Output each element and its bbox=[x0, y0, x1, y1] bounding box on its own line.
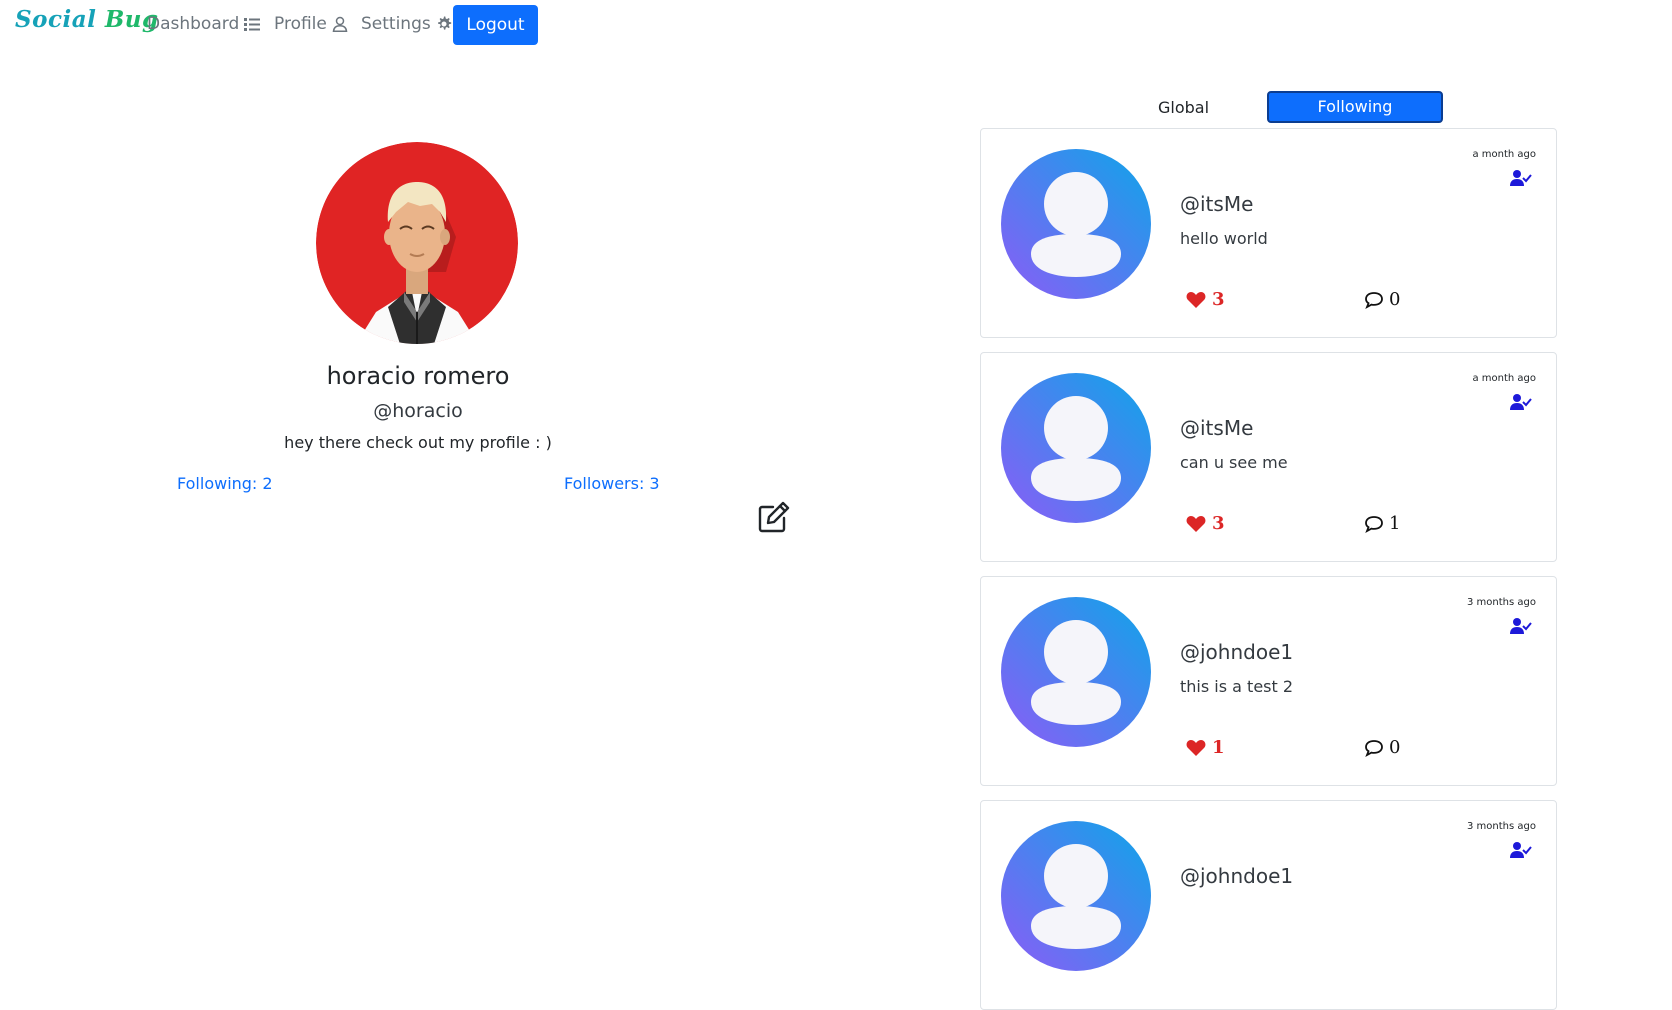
nav-dashboard-link[interactable]: Dashboard bbox=[147, 14, 261, 34]
user-check-icon[interactable] bbox=[1510, 617, 1532, 635]
list-icon bbox=[244, 18, 261, 31]
post-card: a month ago @itsMe hello world 3 0 bbox=[980, 128, 1557, 338]
heart-icon bbox=[1186, 739, 1206, 756]
following-link[interactable]: Following: 2 bbox=[177, 474, 273, 493]
brand-part1: Social bbox=[15, 6, 97, 33]
nav-profile-label: Profile bbox=[274, 14, 327, 34]
tab-global[interactable]: Global bbox=[1126, 94, 1241, 122]
post-card: 3 months ago @johndoe1 bbox=[980, 800, 1557, 1010]
comment-button[interactable]: 0 bbox=[1364, 289, 1400, 310]
user-check-icon[interactable] bbox=[1510, 393, 1532, 411]
comment-button[interactable]: 0 bbox=[1364, 737, 1400, 758]
comment-count: 1 bbox=[1389, 513, 1401, 534]
nav-settings-link[interactable]: Settings bbox=[361, 14, 452, 34]
comment-count: 0 bbox=[1389, 289, 1401, 310]
edit-square-icon[interactable] bbox=[757, 500, 791, 534]
heart-icon bbox=[1186, 515, 1206, 532]
nav-settings-label: Settings bbox=[361, 14, 431, 34]
default-avatar-icon bbox=[1001, 373, 1151, 523]
like-button[interactable]: 3 bbox=[1186, 289, 1225, 310]
like-count: 1 bbox=[1212, 737, 1225, 758]
profile-bio: hey there check out my profile : ) bbox=[284, 433, 552, 452]
post-card: 3 months ago @johndoe1 this is a test 2 … bbox=[980, 576, 1557, 786]
user-check-icon[interactable] bbox=[1510, 841, 1532, 859]
profile-name: horacio romero bbox=[326, 362, 510, 390]
brand-logo[interactable]: Social Bug bbox=[15, 6, 159, 33]
comment-icon bbox=[1365, 291, 1383, 309]
comment-icon bbox=[1365, 739, 1383, 757]
comment-count: 0 bbox=[1389, 737, 1401, 758]
post-username[interactable]: @johndoe1 bbox=[1180, 640, 1293, 664]
heart-icon bbox=[1186, 291, 1206, 308]
profile-avatar bbox=[316, 142, 518, 344]
default-avatar-icon bbox=[1001, 149, 1151, 299]
post-username[interactable]: @itsMe bbox=[1180, 192, 1253, 216]
post-time: 3 months ago bbox=[1467, 597, 1536, 608]
post-time: a month ago bbox=[1472, 149, 1536, 160]
user-check-icon[interactable] bbox=[1510, 169, 1532, 187]
logout-button[interactable]: Logout bbox=[453, 5, 538, 45]
post-content: this is a test 2 bbox=[1180, 677, 1294, 696]
like-button[interactable]: 1 bbox=[1186, 737, 1225, 758]
post-time: a month ago bbox=[1472, 373, 1536, 384]
navbar: Social Bug Dashboard Profile Settings Lo… bbox=[0, 0, 1672, 50]
default-avatar-icon bbox=[1001, 821, 1151, 971]
post-username[interactable]: @johndoe1 bbox=[1180, 864, 1293, 888]
post-content: can u see me bbox=[1180, 453, 1288, 472]
post-content: hello world bbox=[1180, 229, 1268, 248]
like-count: 3 bbox=[1212, 289, 1225, 310]
comment-icon bbox=[1365, 515, 1383, 533]
post-card: a month ago @itsMe can u see me 3 1 bbox=[980, 352, 1557, 562]
like-count: 3 bbox=[1212, 513, 1225, 534]
comment-button[interactable]: 1 bbox=[1364, 513, 1400, 534]
nav-dashboard-label: Dashboard bbox=[147, 14, 240, 34]
default-avatar-icon bbox=[1001, 597, 1151, 747]
user-icon bbox=[332, 16, 348, 32]
followers-link[interactable]: Followers: 3 bbox=[564, 474, 660, 493]
post-time: 3 months ago bbox=[1467, 821, 1536, 832]
gear-icon bbox=[437, 16, 451, 30]
like-button[interactable]: 3 bbox=[1186, 513, 1225, 534]
nav-profile-link[interactable]: Profile bbox=[274, 14, 348, 34]
profile-handle: @horacio bbox=[373, 400, 463, 422]
cartoon-man-avatar-icon bbox=[316, 142, 518, 344]
post-username[interactable]: @itsMe bbox=[1180, 416, 1253, 440]
tab-following[interactable]: Following bbox=[1267, 91, 1443, 123]
